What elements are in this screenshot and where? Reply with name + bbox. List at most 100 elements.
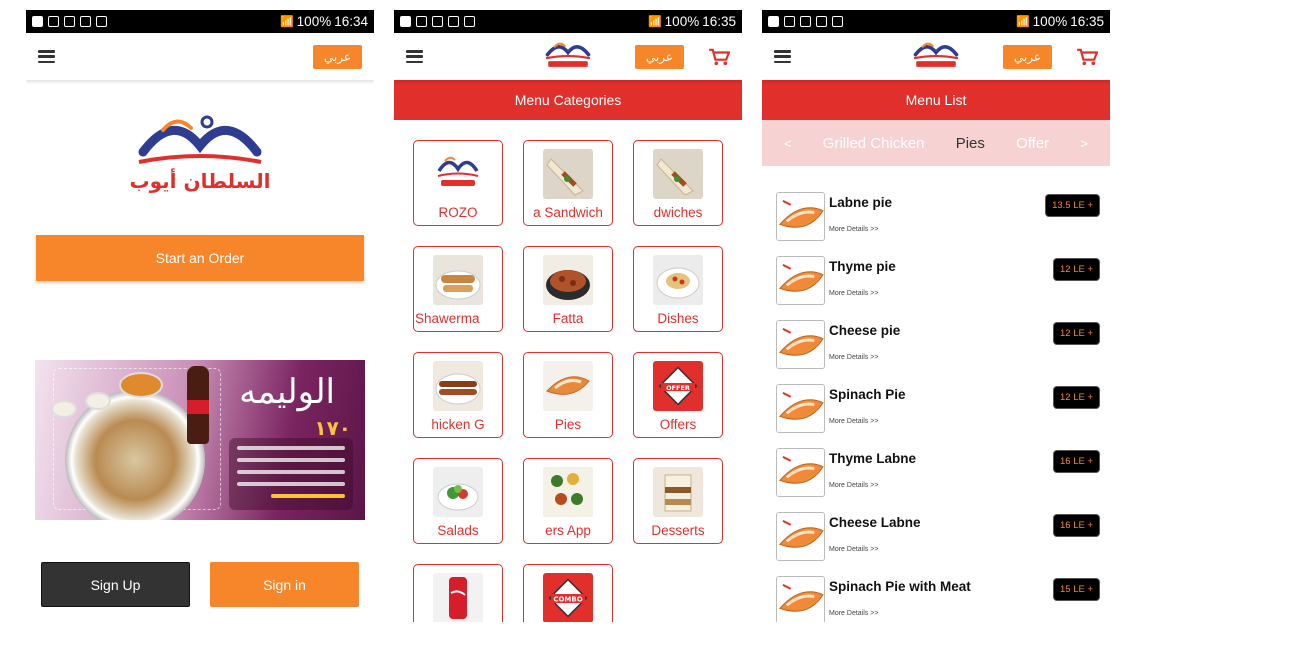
mail-icon	[816, 16, 827, 27]
promo-banner[interactable]: الوليمه ١٧٠	[35, 360, 365, 520]
menu-item-row[interactable]: Spinach Pie with Meat More Details >> 15 L…	[776, 576, 1106, 622]
category-tab-grilled-chicken[interactable]: Grilled Chicken	[823, 135, 925, 152]
menu-item-row[interactable]: Cheese pie More Details >> 12 LE +	[776, 320, 1106, 384]
brand-logo-small[interactable]	[909, 37, 963, 78]
menu-item-row[interactable]: Thyme Labne More Details >> 16 LE +	[776, 448, 1106, 512]
menu-item-row[interactable]: Thyme pie More Details >> 12 LE +	[776, 256, 1106, 320]
screenshot-stage: 📶 100% 16:34 عربي السلطان أيوب Start an …	[0, 0, 1298, 670]
category-tile[interactable]: ers App	[523, 458, 613, 544]
menu-item-name: Spinach Pie	[829, 387, 906, 402]
category-label: a Sandwich	[533, 205, 603, 220]
menu-icon[interactable]	[38, 50, 55, 63]
combo-badge-icon: COMBO	[543, 573, 593, 622]
category-tile[interactable]: Shawerma	[413, 246, 503, 332]
category-tile[interactable]: COMBO	[523, 564, 613, 622]
add-price-button[interactable]: 12 LE +	[1052, 322, 1100, 345]
category-tile[interactable]: dwiches	[633, 140, 723, 226]
menu-icon[interactable]	[774, 50, 791, 63]
battery-level: 100%	[1032, 14, 1068, 29]
category-tile[interactable]: Salads	[413, 458, 503, 544]
status-bar: 📶 100% 16:35	[762, 10, 1110, 33]
mail-icon	[80, 16, 91, 27]
menu-item-row[interactable]: Cheese Labne More Details >> 16 LE +	[776, 512, 1106, 576]
menu-item-name: Thyme pie	[829, 259, 896, 274]
app-bar: عربي	[394, 33, 742, 80]
app-bar: عربي	[26, 33, 374, 80]
pie-thumbnail-icon	[776, 320, 825, 369]
category-tile[interactable]: OFFER Offers	[633, 352, 723, 438]
cola-bottle-image	[187, 366, 209, 444]
pie-icon	[543, 361, 593, 411]
category-tab-pies[interactable]: Pies	[956, 135, 985, 152]
status-bar: 📶 100% 16:35	[394, 10, 742, 33]
category-tile[interactable]: ROZO	[413, 140, 503, 226]
cola-can-icon	[433, 573, 483, 622]
language-button[interactable]: عربي	[1002, 44, 1052, 69]
category-label: Salads	[437, 523, 479, 538]
menu-item-name: Thyme Labne	[829, 451, 917, 466]
bowl-image	[51, 400, 77, 418]
chevron-left-icon[interactable]: <	[784, 136, 792, 151]
clock: 16:35	[702, 14, 736, 29]
svg-text:COMBO: COMBO	[553, 596, 582, 604]
category-carousel: < Grilled Chicken Pies Offer >	[762, 120, 1110, 166]
add-price-button[interactable]: 16 LE +	[1052, 450, 1100, 473]
category-tile[interactable]: Desserts	[633, 458, 723, 544]
mail-icon	[448, 16, 459, 27]
chevron-right-icon[interactable]: >	[1080, 136, 1088, 151]
more-details-link[interactable]: More Details >>	[829, 354, 878, 361]
sign-in-button[interactable]: Sign in	[210, 562, 359, 607]
brand-logo: السلطان أيوب	[26, 108, 374, 198]
screen-icon	[464, 16, 475, 27]
add-price-button[interactable]: 13.5 LE +	[1045, 194, 1100, 217]
brand-logo-small[interactable]	[541, 37, 595, 78]
add-price-button[interactable]: 12 LE +	[1052, 386, 1100, 409]
image-icon	[432, 16, 443, 27]
add-price-button[interactable]: 15 LE +	[1052, 578, 1100, 601]
categories-screen: 📶 100% 16:35 عربي Menu Categories ROZO a…	[394, 10, 742, 622]
more-details-link[interactable]: More Details >>	[829, 226, 878, 233]
menu-item-row[interactable]: Spinach Pie More Details >> 12 LE +	[776, 384, 1106, 448]
pie-thumbnail-icon	[776, 576, 825, 622]
add-price-button[interactable]: 16 LE +	[1052, 514, 1100, 537]
more-details-link[interactable]: More Details >>	[829, 290, 878, 297]
category-tile[interactable]: Pies	[523, 352, 613, 438]
battery-level: 100%	[664, 14, 700, 29]
category-label: Desserts	[651, 523, 705, 538]
cart-icon[interactable]	[708, 48, 730, 66]
menu-item-row[interactable]: Labne pie More Details >> 13.5 LE +	[776, 192, 1106, 256]
bowl-image	[85, 392, 111, 410]
more-details-link[interactable]: More Details >>	[829, 610, 878, 617]
language-button[interactable]: عربي	[634, 44, 684, 69]
start-order-button[interactable]: Start an Order	[36, 235, 364, 281]
category-label: hicken G	[431, 417, 485, 432]
category-tile[interactable]: Dishes	[633, 246, 723, 332]
food-platter-image	[65, 390, 205, 520]
add-price-button[interactable]: 12 LE +	[1052, 258, 1100, 281]
facebook-icon	[32, 16, 43, 27]
menu-item-name: Cheese Labne	[829, 515, 921, 530]
category-tile[interactable]: hicken G	[413, 352, 503, 438]
more-details-link[interactable]: More Details >>	[829, 482, 878, 489]
signal-icon: 📶	[279, 16, 294, 28]
clock: 16:35	[1070, 14, 1104, 29]
more-details-link[interactable]: More Details >>	[829, 418, 878, 425]
wrap-icon	[543, 149, 593, 199]
pie-thumbnail-icon	[776, 512, 825, 561]
offer-badge-icon: OFFER	[653, 361, 703, 411]
menu-item-name: Cheese pie	[829, 323, 901, 338]
section-header: Menu List	[762, 80, 1110, 120]
more-details-link[interactable]: More Details >>	[829, 546, 878, 553]
battery-level: 100%	[296, 14, 332, 29]
menu-icon[interactable]	[406, 50, 423, 63]
cart-icon[interactable]	[1076, 48, 1098, 66]
category-tile[interactable]: Fatta	[523, 246, 613, 332]
category-tile[interactable]: a Sandwich	[523, 140, 613, 226]
language-button[interactable]: عربي	[312, 44, 362, 69]
category-tab-offer[interactable]: Offer	[1016, 135, 1049, 152]
sign-up-button[interactable]: Sign Up	[41, 562, 190, 607]
pie-thumbnail-icon	[776, 384, 825, 433]
category-tile[interactable]	[413, 564, 503, 622]
image-icon	[64, 16, 75, 27]
svg-text:السلطان أيوب: السلطان أيوب	[130, 167, 271, 193]
